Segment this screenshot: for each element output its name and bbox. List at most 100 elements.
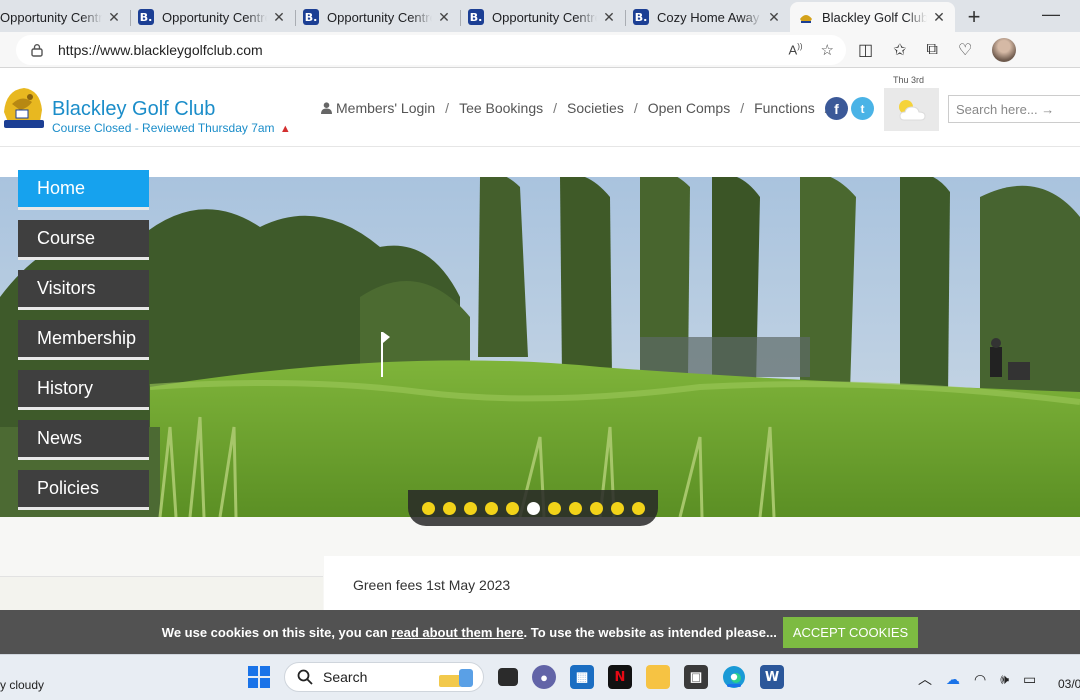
tab-title: Blackley Golf Club xyxy=(822,9,927,25)
weather-date: Thu 3rd xyxy=(893,75,925,85)
side-nav-membership[interactable]: Membership xyxy=(18,320,149,360)
volume-icon[interactable]: 🕪 xyxy=(1000,671,1009,688)
favorite-star-icon[interactable]: ☆ xyxy=(821,41,834,59)
split-screen-icon[interactable]: ◫ xyxy=(858,40,873,60)
chevron-up-icon[interactable]: ︿ xyxy=(918,669,932,689)
facebook-icon[interactable]: f xyxy=(825,97,848,120)
slider-dot[interactable] xyxy=(568,502,582,515)
cookie-text-suffix: . To use the website as intended please.… xyxy=(523,624,777,640)
browser-tab-bar: Opportunity Centre ✕ B. Opportunity Cent… xyxy=(0,0,1080,32)
slider-dot[interactable] xyxy=(484,502,498,515)
close-icon[interactable]: ✕ xyxy=(106,9,122,26)
social-links: f t xyxy=(825,97,874,120)
read-aloud-icon[interactable]: A)) xyxy=(789,42,803,57)
weather-widget[interactable] xyxy=(884,88,939,131)
side-nav-history[interactable]: History xyxy=(18,370,149,410)
golf-crest-favicon-icon xyxy=(798,9,814,25)
twitter-icon[interactable]: t xyxy=(851,97,874,120)
nav-separator: / xyxy=(553,100,558,116)
url-text[interactable]: https://www.blackleygolfclub.com xyxy=(58,42,263,58)
tab-title: Cozy Home Away Fr xyxy=(657,9,762,25)
taskbar-weather[interactable]: y cloudy xyxy=(0,678,44,692)
close-icon[interactable]: ✕ xyxy=(931,9,947,26)
slider-dot[interactable] xyxy=(547,502,561,515)
close-icon[interactable]: ✕ xyxy=(436,9,452,26)
partly-cloudy-icon xyxy=(898,99,926,120)
tab-title: Opportunity Centre xyxy=(0,9,102,25)
booking-favicon-icon: B. xyxy=(303,9,319,25)
nav-societies[interactable]: Societies xyxy=(567,100,624,116)
browser-tab[interactable]: B. Opportunity Centre ✕ xyxy=(130,2,295,32)
booking-favicon-icon: B. xyxy=(633,9,649,25)
nav-functions[interactable]: Functions xyxy=(754,100,815,116)
club-name[interactable]: Blackley Golf Club xyxy=(52,98,215,121)
browser-tab-active[interactable]: Blackley Golf Club ✕ xyxy=(790,2,955,32)
clock[interactable]: 03/0 xyxy=(1058,677,1080,691)
browser-tab[interactable]: B. Opportunity Centre ✕ xyxy=(295,2,460,32)
side-nav-news[interactable]: News xyxy=(18,420,149,460)
slider-dot[interactable] xyxy=(421,502,435,515)
slider-dot[interactable] xyxy=(526,502,540,515)
side-nav-policies[interactable]: Policies xyxy=(18,470,149,510)
new-tab-button[interactable]: + xyxy=(959,2,989,32)
slider-dot[interactable] xyxy=(610,502,624,515)
cookie-policy-link[interactable]: read about them here xyxy=(391,625,523,640)
task-view-icon[interactable] xyxy=(498,668,518,686)
slider-dot[interactable] xyxy=(505,502,519,515)
close-icon[interactable]: ✕ xyxy=(766,9,782,26)
close-icon[interactable]: ✕ xyxy=(271,9,287,26)
taskbar-search[interactable]: Search xyxy=(284,662,484,692)
slider-dot[interactable] xyxy=(442,502,456,515)
file-explorer-icon[interactable] xyxy=(646,665,670,689)
wifi-icon[interactable]: ◠ xyxy=(974,671,986,688)
slider-dot[interactable] xyxy=(589,502,603,515)
side-nav: Home Course Visitors Membership History … xyxy=(18,170,149,520)
booking-favicon-icon: B. xyxy=(468,9,484,25)
netflix-icon[interactable]: N xyxy=(608,665,632,689)
side-nav-course[interactable]: Course xyxy=(18,220,149,260)
windows-taskbar: y cloudy Search ● ▦ N ▣ W ︿ ☁ ◠ 🕪 ▭ 03/0 xyxy=(0,654,1080,700)
cookie-text-prefix: We use cookies on this site, you can xyxy=(161,624,388,640)
battery-icon[interactable]: ▭ xyxy=(1023,671,1036,688)
address-bar[interactable]: https://www.blackleygolfclub.com A)) ☆ xyxy=(16,35,846,65)
app-icon[interactable]: ▣ xyxy=(684,665,708,689)
browser-tab[interactable]: Opportunity Centre ✕ xyxy=(0,2,130,32)
close-icon[interactable]: ✕ xyxy=(601,9,617,26)
golf-course-photo xyxy=(0,177,1080,517)
browser-tab[interactable]: B. Cozy Home Away Fr ✕ xyxy=(625,2,790,32)
word-icon[interactable]: W xyxy=(760,665,784,689)
slider-dot[interactable] xyxy=(463,502,477,515)
club-crest-logo[interactable] xyxy=(0,82,48,134)
nav-separator: / xyxy=(445,100,450,116)
slider-dot[interactable] xyxy=(631,502,645,515)
lock-icon[interactable] xyxy=(30,43,44,57)
browser-essentials-icon[interactable]: ♡ xyxy=(958,40,972,60)
nav-separator: / xyxy=(633,100,638,116)
favorites-icon[interactable]: ✩ xyxy=(893,40,906,60)
chat-icon[interactable]: ● xyxy=(532,665,556,689)
collections-icon[interactable]: ⧉ xyxy=(927,41,938,59)
store-icon[interactable]: ▦ xyxy=(570,665,594,689)
nav-tee-bookings[interactable]: Tee Bookings xyxy=(459,100,543,116)
nav-members-login[interactable]: Members' Login xyxy=(336,100,435,116)
taskbar-apps: Search ● ▦ N ▣ W xyxy=(248,662,784,692)
search-icon xyxy=(297,669,313,685)
nav-separator: / xyxy=(740,100,745,116)
onedrive-icon[interactable]: ☁ xyxy=(946,671,960,688)
windows-start-icon[interactable] xyxy=(248,666,270,688)
nav-open-comps[interactable]: Open Comps xyxy=(648,100,730,116)
edge-icon[interactable] xyxy=(722,665,746,689)
system-tray: ︿ ☁ ◠ 🕪 ▭ xyxy=(918,669,1036,689)
side-nav-visitors[interactable]: Visitors xyxy=(18,270,149,310)
site-search-input[interactable]: Search here... → xyxy=(948,95,1080,123)
minimize-button[interactable]: — xyxy=(1042,4,1060,25)
user-icon xyxy=(321,102,332,114)
profile-avatar[interactable] xyxy=(992,38,1017,62)
side-nav-home[interactable]: Home xyxy=(18,170,149,210)
accept-cookies-button[interactable]: ACCEPT COOKIES xyxy=(782,616,919,648)
content-heading: Green fees 1st May 2023 xyxy=(353,577,511,593)
browser-tab[interactable]: B. Opportunity Centre ✕ xyxy=(460,2,625,32)
active-app-indicator xyxy=(727,684,741,687)
hero-slider-image xyxy=(0,177,1080,517)
slider-pagination xyxy=(408,490,658,526)
